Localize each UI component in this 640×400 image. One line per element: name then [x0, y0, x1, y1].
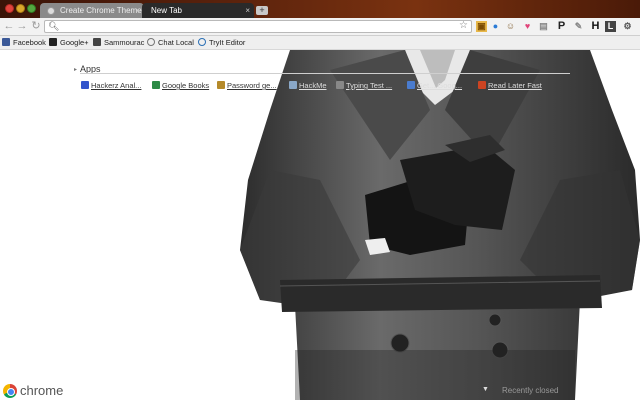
wrench-menu-icon[interactable]: ⚙: [622, 21, 633, 32]
extension-tool-icon[interactable]: ✎: [573, 21, 584, 32]
extension-box-icon[interactable]: ▣: [476, 21, 487, 32]
app-google-books[interactable]: Google Books: [152, 81, 209, 91]
search-icon: 🔍︎: [48, 21, 60, 31]
password-icon: [217, 81, 225, 89]
recently-closed-arrow-icon[interactable]: ▼: [482, 386, 489, 393]
tryit-icon: [198, 38, 206, 46]
recently-closed-menu[interactable]: Recently closed: [502, 386, 558, 395]
google-plus-icon: [49, 38, 57, 46]
typing-test-icon: [336, 81, 344, 89]
bookmark-facebook[interactable]: Facebook: [2, 36, 46, 50]
extension-globe-icon[interactable]: ●: [490, 21, 501, 32]
forward-button[interactable]: →: [16, 20, 28, 33]
bookmark-star-icon[interactable]: ☆: [459, 20, 468, 32]
back-button[interactable]: ←: [3, 20, 15, 33]
new-tab-button[interactable]: +: [256, 6, 268, 15]
close-tab-icon[interactable]: ×: [135, 3, 140, 18]
chrome-icon: [3, 384, 17, 398]
close-window-button[interactable]: [5, 4, 14, 13]
google-app-icon: [407, 81, 415, 89]
hackme-icon: [289, 81, 297, 89]
app-hackerz-analytics[interactable]: Hackerz Anal...: [81, 81, 141, 91]
omnibox[interactable]: 🔍︎ ☆: [44, 20, 472, 33]
tab-new-tab[interactable]: New Tab ×: [142, 3, 254, 18]
bookmark-tryit-editor[interactable]: TryIt Editor: [198, 36, 245, 50]
tab-strip: Create Chrome Theme Onlin × New Tab × +: [0, 0, 640, 18]
app-password-generator[interactable]: Password ge...: [217, 81, 277, 91]
theme-background-image: [240, 50, 640, 400]
apps-divider: [80, 73, 570, 74]
bookmarks-bar: Facebook Google+ Sammourac Chat Local Tr…: [0, 36, 640, 50]
extension-heart-icon[interactable]: ♥: [522, 21, 533, 32]
bookmark-sammourac[interactable]: Sammourac: [93, 36, 144, 50]
extension-people-icon[interactable]: ☺: [505, 21, 516, 32]
zoom-window-button[interactable]: [27, 4, 36, 13]
app-read-later-fast[interactable]: Read Later Fast: [478, 81, 542, 91]
chrome-logo: chrome: [3, 383, 63, 399]
reload-button[interactable]: ↻: [30, 20, 42, 33]
app-google[interactable]: Get... Goog...: [407, 81, 462, 91]
sammourac-icon: [93, 38, 101, 46]
minimize-window-button[interactable]: [16, 4, 25, 13]
hackerz-app-icon: [81, 81, 89, 89]
app-typing-test[interactable]: Typing Test ...: [336, 81, 392, 91]
app-hackme[interactable]: HackMe: [289, 81, 327, 91]
toolbar: ← → ↻ 🔍︎ ☆ ▣ ● ☺ ♥ ▤ P ✎ H L ⚙: [0, 18, 640, 36]
extension-h-icon[interactable]: H: [590, 21, 601, 32]
read-later-icon: [478, 81, 486, 89]
close-tab-icon[interactable]: ×: [245, 3, 250, 18]
google-books-icon: [152, 81, 160, 89]
chat-icon: [147, 38, 155, 46]
extension-page-icon[interactable]: ▤: [538, 21, 549, 32]
page-favicon-icon: [47, 7, 55, 15]
extension-p-icon[interactable]: P: [556, 21, 567, 32]
tab-label: Create Chrome Theme Onlin: [60, 6, 144, 15]
tab-create-chrome-theme[interactable]: Create Chrome Theme Onlin ×: [40, 3, 144, 18]
extension-l-icon[interactable]: L: [605, 21, 616, 32]
tab-label: New Tab: [151, 6, 182, 15]
new-tab-page: ▸ Apps Hackerz Anal... Google Books Pass…: [0, 50, 640, 400]
facebook-icon: [2, 38, 10, 46]
bookmark-chat-local[interactable]: Chat Local: [147, 36, 194, 50]
apps-collapse-arrow-icon[interactable]: ▸: [74, 66, 77, 73]
bookmark-google-plus[interactable]: Google+: [49, 36, 89, 50]
